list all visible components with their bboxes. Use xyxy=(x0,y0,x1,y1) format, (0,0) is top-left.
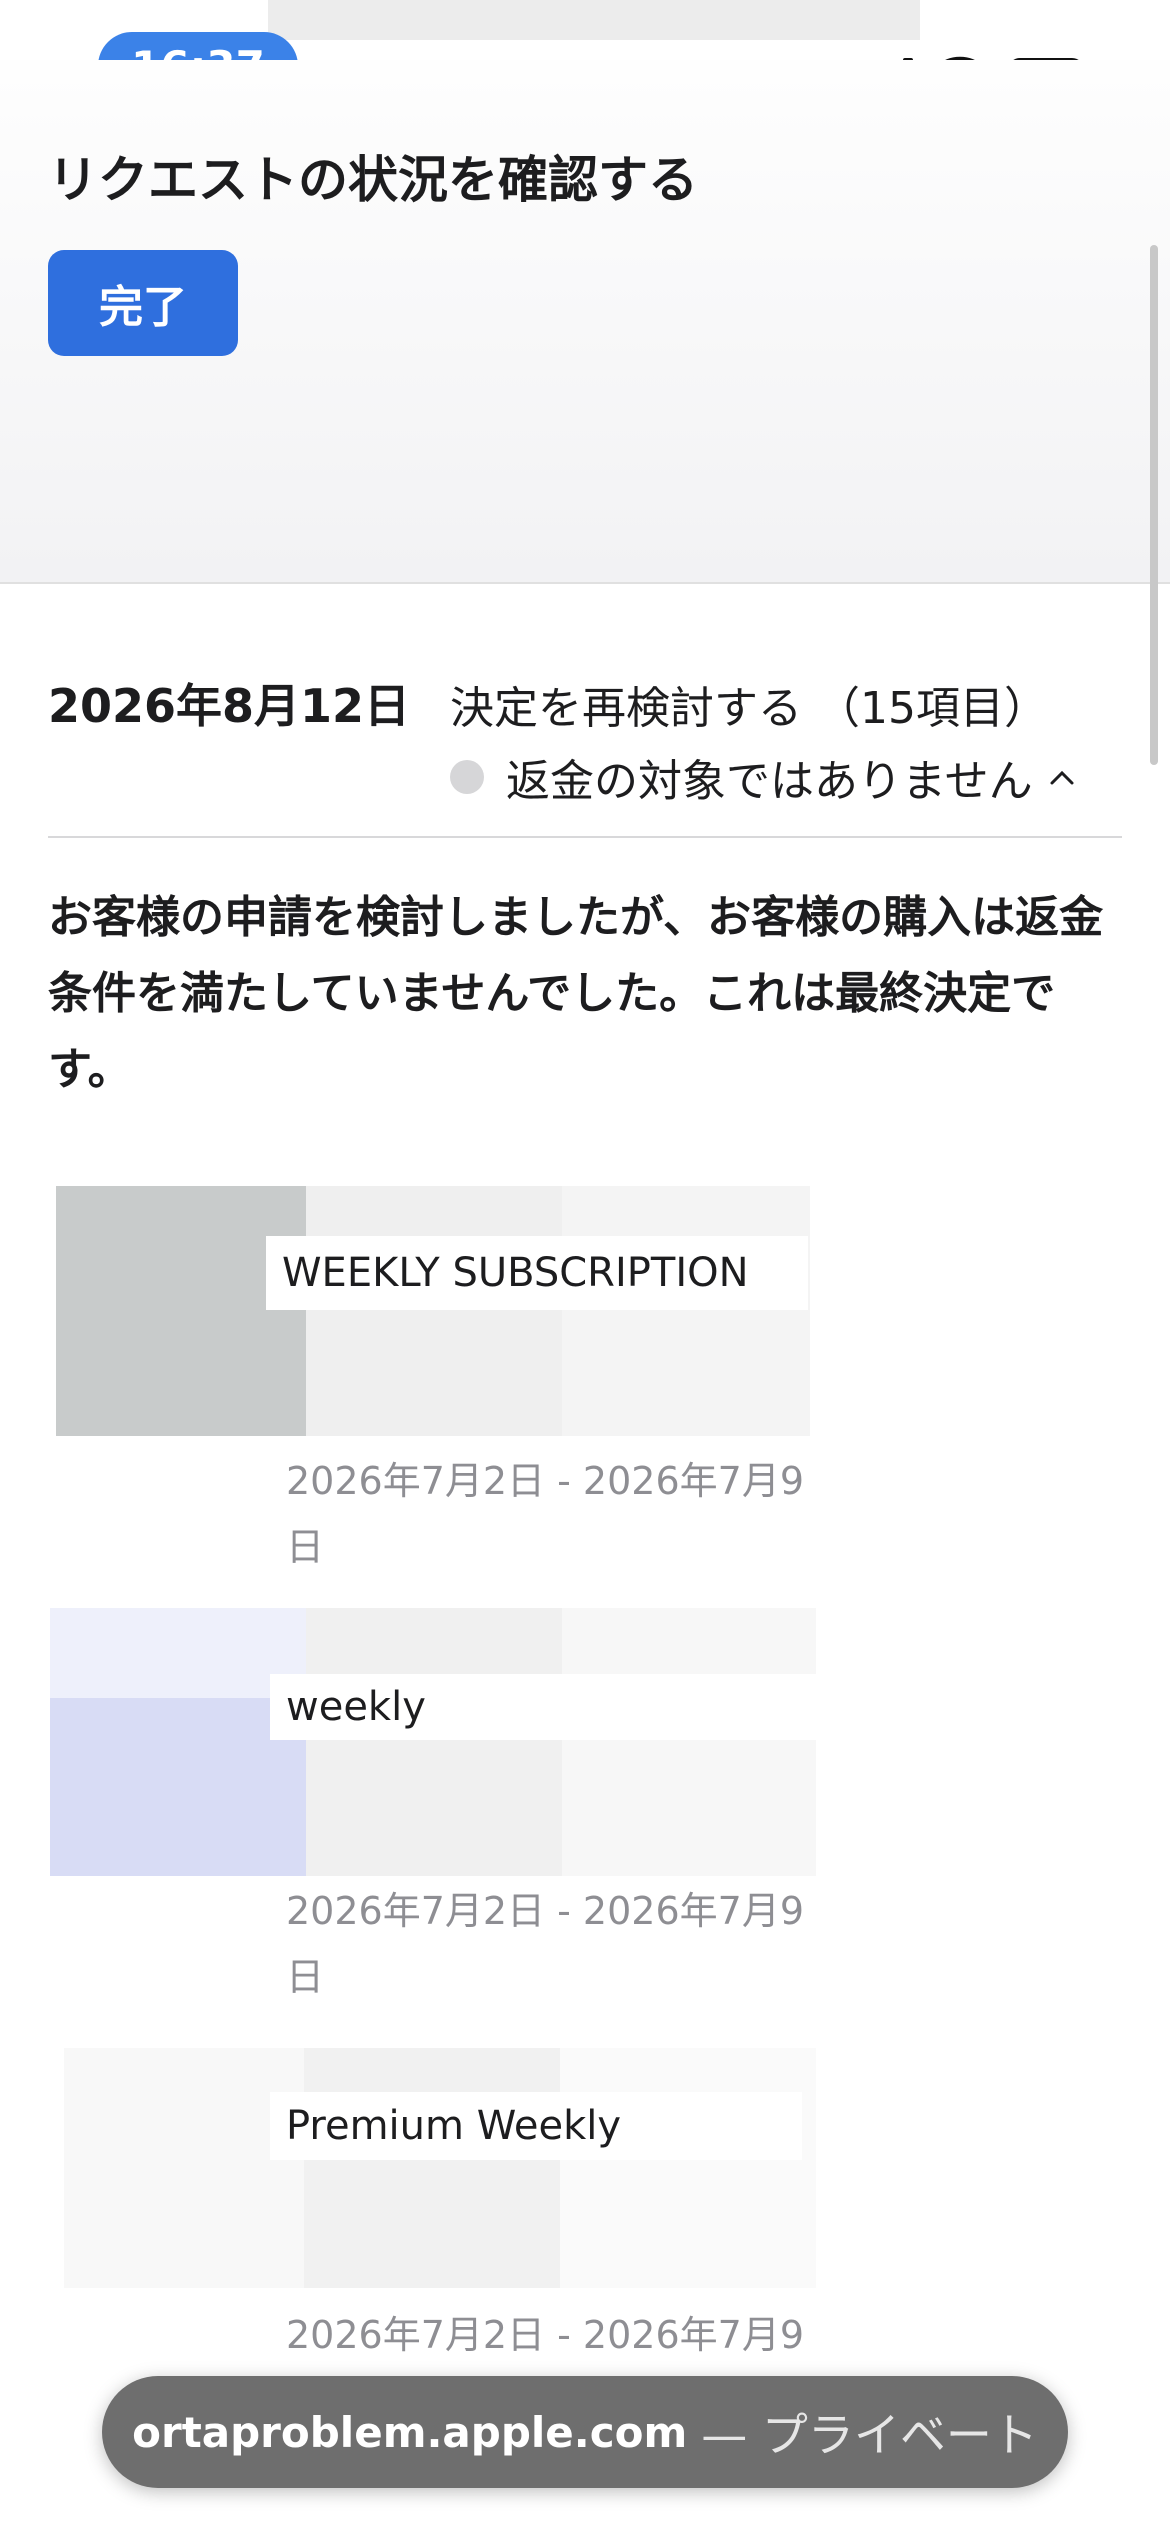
item-name: weekly xyxy=(270,1674,822,1740)
request-date: 2026年8月12日 xyxy=(48,679,411,733)
item-name: Premium Weekly xyxy=(270,2092,802,2160)
decision-message: お客様の申請を検討しましたが、お客様の購入は返金条件を満たしていませんでした。こ… xyxy=(48,892,1104,1095)
item-thumbnail xyxy=(64,2048,816,2288)
item-thumbnail xyxy=(56,1186,810,1436)
item-dates: 2026年7月2日 - 2026年7月9日 xyxy=(286,1459,804,1569)
request-status-toggle[interactable]: 返金の対象ではありません xyxy=(450,745,1077,809)
section-divider xyxy=(48,836,1122,838)
private-mode-label: — プライベート xyxy=(701,2408,1038,2462)
url-host: ortaproblem.apple.com xyxy=(132,2407,688,2457)
status-dot-icon xyxy=(450,760,484,794)
page-title: リクエストの状況を確認する xyxy=(48,151,698,209)
done-button[interactable]: 完了 xyxy=(48,250,238,356)
item-dates: 2026年7月2日 - 2026年7月9日 xyxy=(286,1889,804,1999)
request-status-label: 返金の対象ではありません xyxy=(506,756,1033,807)
list-item: Premium Weekly 2026年7月2日 - 2026年7月9日 xyxy=(48,2048,828,2423)
url-bar[interactable]: ortaproblem.apple.com — プライベート xyxy=(102,2376,1068,2488)
scrollbar[interactable] xyxy=(1150,245,1158,765)
reconsider-link[interactable]: 決定を再検討する （15項目） xyxy=(450,672,1048,736)
chevron-up-icon xyxy=(1050,770,1074,785)
item-name: WEEKLY SUBSCRIPTION xyxy=(266,1236,808,1310)
list-item: WEEKLY SUBSCRIPTION 2026年7月2日 - 2026年7月9… xyxy=(48,1186,828,1582)
item-thumbnail xyxy=(50,1608,816,1876)
top-edge-shadow xyxy=(268,0,920,40)
list-item: weekly 2026年7月2日 - 2026年7月9日 xyxy=(48,1608,828,2008)
